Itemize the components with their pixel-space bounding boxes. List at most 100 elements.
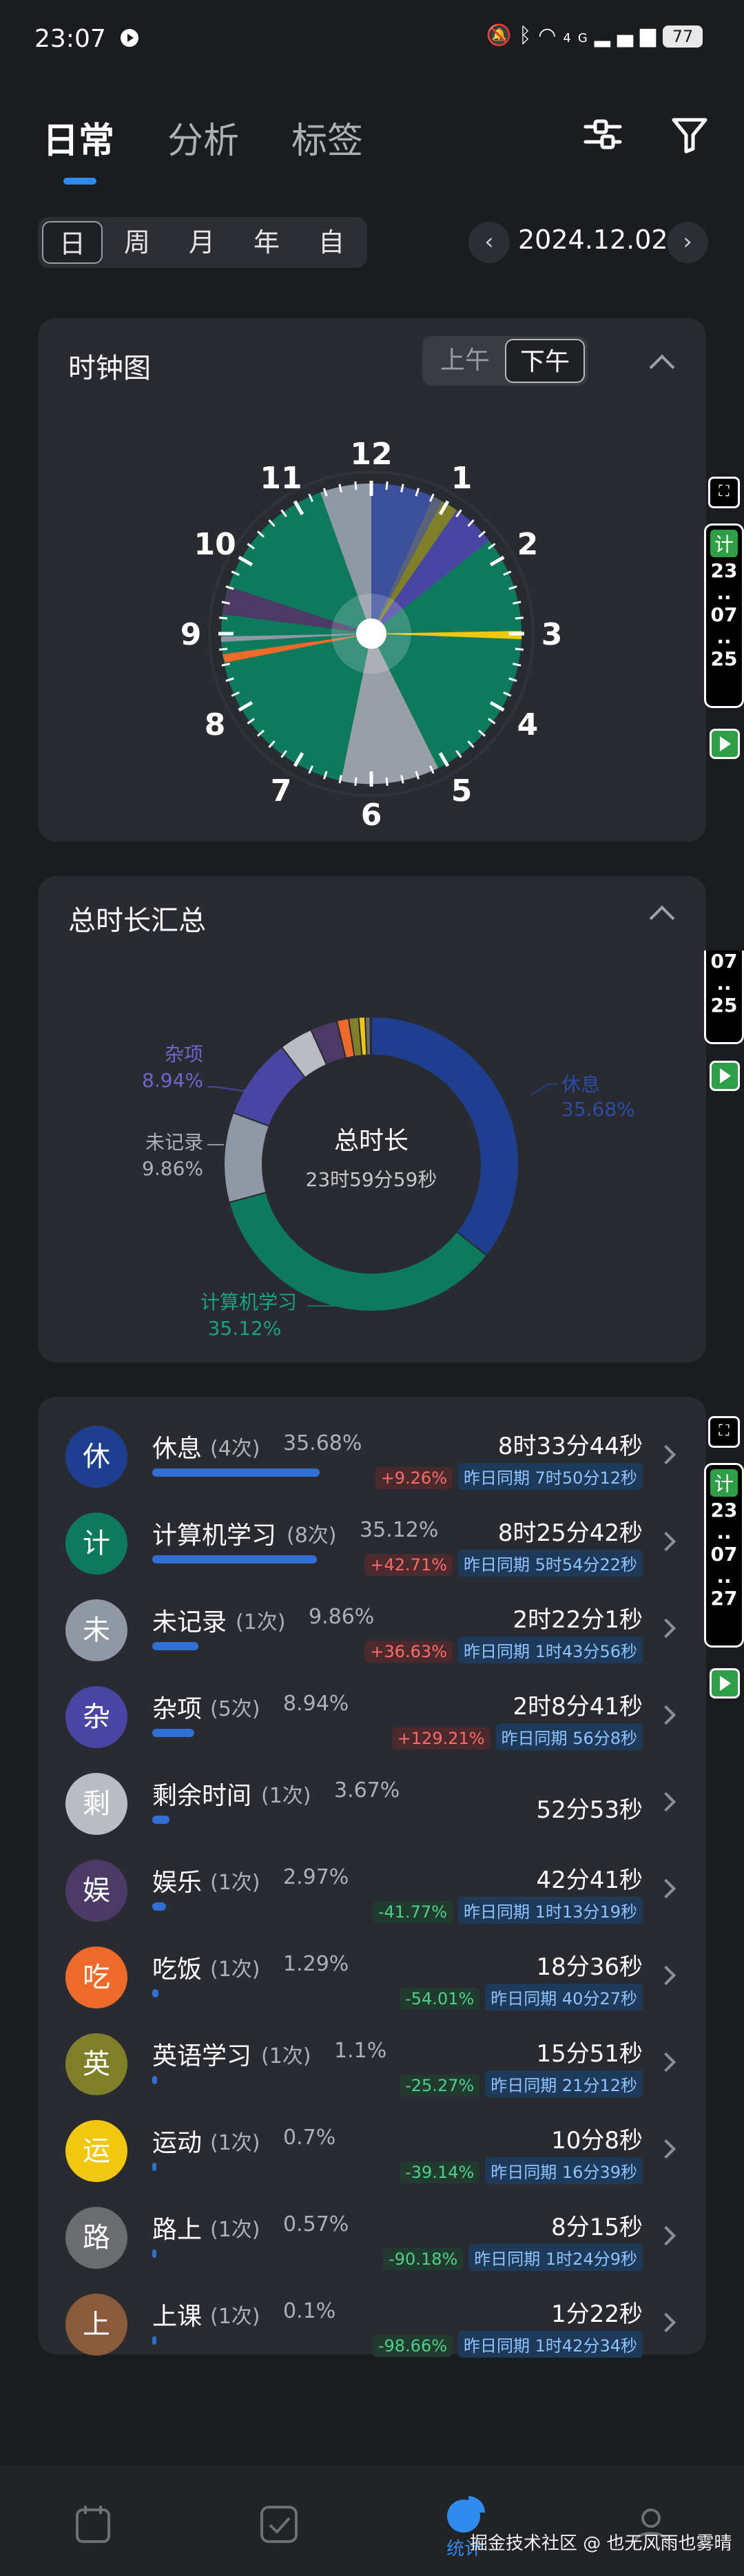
record-count: (1次) xyxy=(261,2044,311,2068)
calendar-icon[interactable] xyxy=(69,2500,117,2548)
clock-card: 时钟图 上午 下午 12 1 2 3 4 5 6 7 8 9 10 11 xyxy=(38,318,706,842)
sliders-icon[interactable] xyxy=(579,110,627,158)
side-start-button[interactable] xyxy=(710,1668,740,1699)
clock-center-dot xyxy=(356,619,386,649)
side-timer-widget-1[interactable]: 计 23 .. 07 .. 25 xyxy=(704,523,744,708)
status-time: 23:07 xyxy=(34,25,106,53)
record-name: 上课 xyxy=(152,2303,203,2331)
donut-center-title: 总时长 xyxy=(334,1127,409,1155)
record-row[interactable]: 娱娱乐 (1次) 2.97% 42分41秒 -41.77% 昨日同期 1时13分19秒 xyxy=(38,1846,706,1933)
record-progress-bar xyxy=(152,2076,158,2084)
clock-hour-label: 12 xyxy=(350,437,392,472)
mute-icon: 🔕 xyxy=(486,23,519,48)
record-percent: 35.68% xyxy=(283,1431,362,1455)
record-count: (1次) xyxy=(210,1871,260,1895)
side-timer-widget-2[interactable]: 07 .. 25 xyxy=(704,951,744,1044)
record-yesterday-badge: 昨日同期 56分8秒 xyxy=(495,1723,643,1750)
record-count: (8次) xyxy=(287,1524,337,1548)
record-count: (1次) xyxy=(236,1610,286,1634)
chevron-right-icon xyxy=(656,2225,676,2246)
side-timer-second: 25 xyxy=(710,994,738,1017)
label-misc-pct: 8.94% xyxy=(142,1069,203,1092)
record-change-badge: -25.27% xyxy=(400,2075,480,2097)
clock-minor-tick xyxy=(354,481,358,490)
chevron-right-icon xyxy=(656,1618,676,1639)
tab-daily[interactable]: 日常 xyxy=(43,112,114,163)
record-progress-bar xyxy=(152,1902,167,1911)
clock-hour-label: 11 xyxy=(260,461,302,496)
record-count: (1次) xyxy=(210,2218,260,2242)
side-timer-second: 25 xyxy=(710,647,738,670)
record-change-badge: -39.14% xyxy=(400,2161,480,2183)
side-timer-widget-3[interactable]: 计 23 .. 07 .. 27 xyxy=(704,1463,744,1648)
range-year[interactable]: 年 xyxy=(236,221,297,264)
record-name: 未记录 xyxy=(152,1608,227,1637)
side-timer-second: 27 xyxy=(710,1587,738,1610)
record-percent: 35.12% xyxy=(360,1518,439,1542)
clock-hour-label: 6 xyxy=(361,798,382,833)
side-timer-minute: 07 xyxy=(710,950,738,973)
record-name: 娱乐 xyxy=(152,1869,203,1897)
chevron-right-icon xyxy=(656,1791,676,1812)
record-progress-bar xyxy=(152,1555,317,1564)
tab-tags[interactable]: 标签 xyxy=(291,112,363,163)
side-start-button[interactable] xyxy=(710,1061,740,1091)
clock-minor-tick xyxy=(219,616,228,620)
record-compare: -25.27% 昨日同期 21分12秒 xyxy=(394,2070,643,2097)
record-duration: 42分41秒 xyxy=(536,1867,643,1894)
record-row[interactable]: 上上课 (1次) 0.1% 1分22秒 -98.66% 昨日同期 1时42分34秒 xyxy=(38,2280,706,2367)
check-icon[interactable] xyxy=(255,2500,303,2548)
record-yesterday-badge: 昨日同期 1时42分34秒 xyxy=(458,2331,643,2358)
expand-widget-icon[interactable]: ⛶ xyxy=(708,477,740,508)
side-timer-hour: 23 xyxy=(710,559,738,582)
record-row[interactable]: 剩剩余时间 (1次) 3.67% 52分53秒 xyxy=(38,1759,706,1846)
side-start-button[interactable] xyxy=(710,729,740,759)
record-percent: 3.67% xyxy=(334,1778,400,1803)
donut-slice-2[interactable] xyxy=(223,1112,271,1204)
record-row[interactable]: 休休息 (4次) 35.68% 8时33分44秒 +9.26% 昨日同期 7时50分12秒 xyxy=(38,1412,706,1499)
wifi-icon: ◠ xyxy=(538,23,564,48)
next-date-button[interactable]: › xyxy=(667,222,708,263)
record-row[interactable]: 未未记录 (1次) 9.86% 2时22分1秒 +36.63% 昨日同期 1时43分56秒 xyxy=(38,1586,706,1672)
label-misc-name: 杂项 xyxy=(165,1043,203,1066)
clock-hour-label: 3 xyxy=(541,617,563,652)
record-row[interactable]: 计计算机学习 (8次) 35.12% 8时25分42秒 +42.71% 昨日同期 5时54… xyxy=(38,1499,706,1586)
record-row[interactable]: 吃吃饭 (1次) 1.29% 18分36秒 -54.01% 昨日同期 40分27秒 xyxy=(38,1933,706,2019)
record-count: (5次) xyxy=(210,1697,260,1721)
record-row[interactable]: 英英语学习 (1次) 1.1% 15分51秒 -25.27% 昨日同期 21分12秒 xyxy=(38,2019,706,2106)
side-timer-sep: .. xyxy=(716,1565,732,1588)
record-progress-bar xyxy=(152,1642,199,1650)
range-custom[interactable]: 自 xyxy=(301,221,362,264)
record-row[interactable]: 杂杂项 (5次) 8.94% 2时8分41秒 +129.21% 昨日同期 56分8秒 xyxy=(38,1672,706,1759)
range-month[interactable]: 月 xyxy=(172,221,232,264)
prev-date-button[interactable]: ‹ xyxy=(468,222,510,263)
record-count: (1次) xyxy=(261,1784,311,1808)
record-avatar: 计 xyxy=(65,1513,127,1575)
current-date[interactable]: 2024.12.02 xyxy=(518,225,668,255)
tab-analysis[interactable]: 分析 xyxy=(167,112,239,163)
record-name: 路上 xyxy=(152,2216,203,2244)
record-name: 休息 xyxy=(152,1435,203,1463)
record-row[interactable]: 路路上 (1次) 0.57% 8分15秒 -90.18% 昨日同期 1时24分9秒 xyxy=(38,2193,706,2280)
label-line-rest xyxy=(530,1083,558,1096)
record-progress-bar xyxy=(152,2163,156,2171)
label-computer-name: 计算机学习 xyxy=(200,1291,297,1313)
expand-widget-icon[interactable]: ⛶ xyxy=(708,1416,740,1448)
record-row[interactable]: 运运动 (1次) 0.7% 10分8秒 -39.14% 昨日同期 16分39秒 xyxy=(38,2106,706,2193)
record-compare: +42.71% 昨日同期 5时54分22秒 xyxy=(359,1550,643,1577)
range-week[interactable]: 周 xyxy=(107,221,167,264)
side-timer-sep: .. xyxy=(716,625,732,648)
record-name: 运动 xyxy=(152,2129,203,2157)
record-avatar: 吃 xyxy=(65,1946,127,2008)
clock-minor-tick xyxy=(354,777,358,786)
side-timer-hour: 23 xyxy=(710,1499,738,1521)
record-count: (4次) xyxy=(210,1437,260,1461)
range-day[interactable]: 日 xyxy=(42,221,103,264)
filter-icon[interactable] xyxy=(665,110,714,158)
clock-minor-tick xyxy=(515,616,524,620)
clock-hour-label: 1 xyxy=(451,461,473,496)
side-timer-sep: .. xyxy=(716,581,732,604)
chevron-right-icon xyxy=(656,1878,676,1899)
clock-minor-tick xyxy=(385,777,389,786)
media-play-icon xyxy=(121,29,138,47)
